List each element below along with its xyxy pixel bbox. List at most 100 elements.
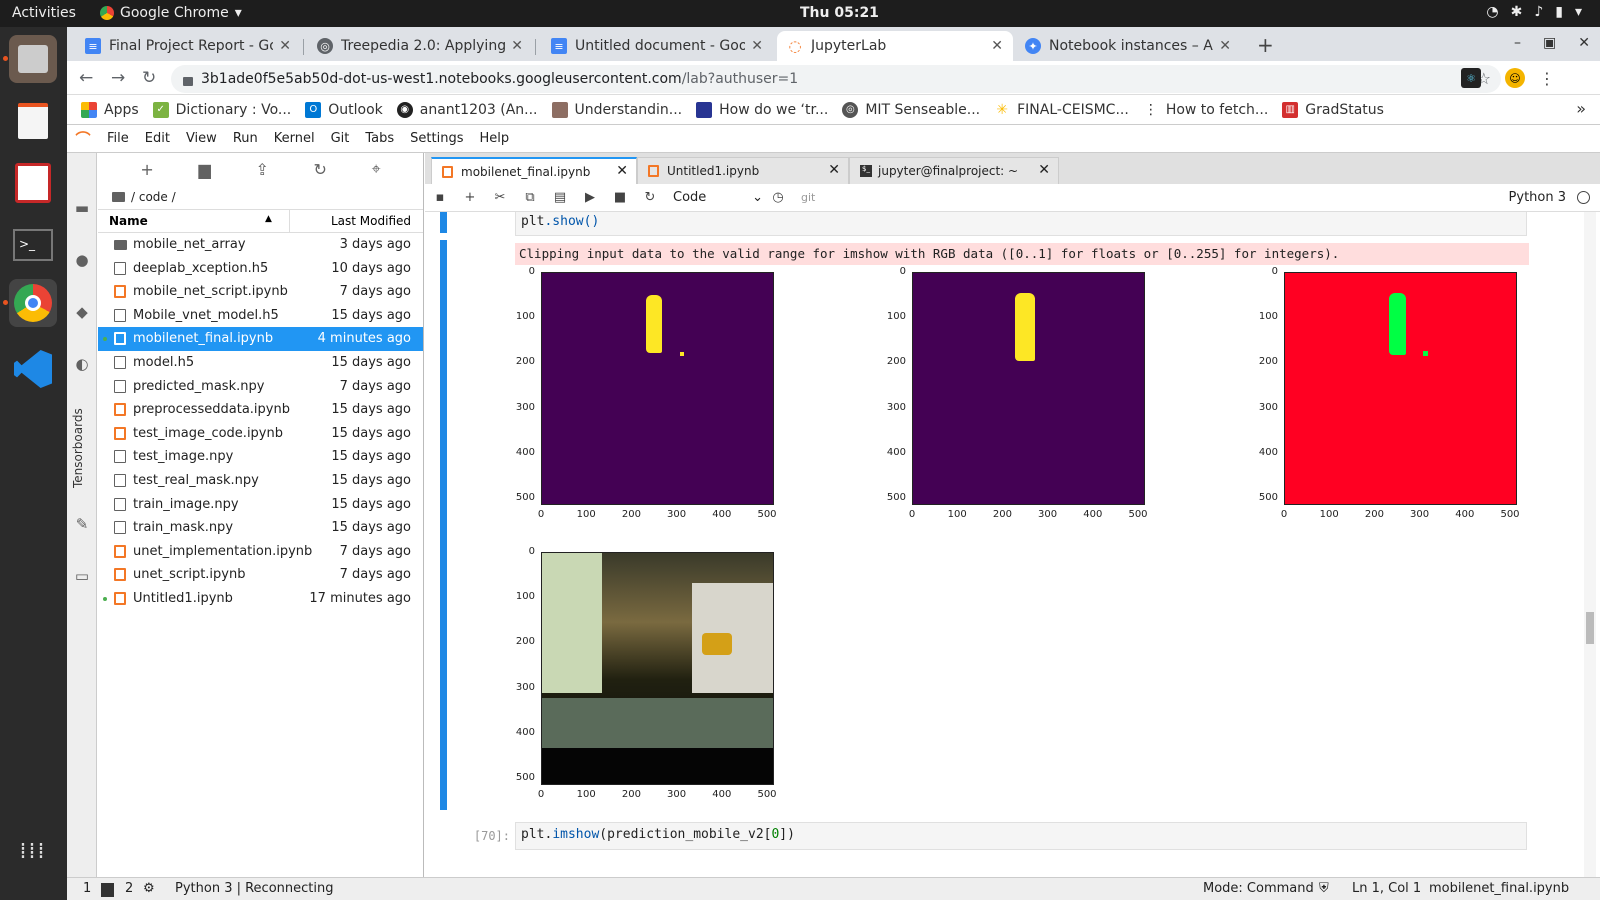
- notebook-panel[interactable]: plt.show() Clipping input data to the va…: [425, 212, 1600, 877]
- status-count[interactable]: 1: [83, 881, 91, 896]
- tabs-icon[interactable]: ▭: [72, 567, 92, 587]
- new-tab-button[interactable]: +: [1257, 33, 1274, 57]
- activities-button[interactable]: Activities: [12, 5, 76, 21]
- new-launcher-icon[interactable]: +: [140, 160, 153, 179]
- cut-icon[interactable]: ✂: [485, 190, 515, 205]
- bookmark[interactable]: Understandin...: [551, 101, 682, 118]
- file-row[interactable]: test_image_code.ipynb 15 days ago: [98, 422, 423, 446]
- files-icon[interactable]: [3, 35, 57, 83]
- close-icon[interactable]: ✕: [991, 38, 1003, 54]
- running-icon[interactable]: ●: [72, 251, 92, 271]
- folder-icon[interactable]: ▬: [72, 199, 92, 219]
- back-icon[interactable]: ←: [79, 68, 93, 88]
- menu-help[interactable]: Help: [480, 131, 510, 146]
- close-icon[interactable]: ✕: [828, 162, 840, 178]
- menu-settings[interactable]: Settings: [410, 131, 463, 146]
- close-icon[interactable]: ✕: [616, 163, 628, 179]
- forward-icon[interactable]: →: [111, 68, 125, 88]
- paste-icon[interactable]: ▤: [545, 190, 575, 205]
- menu-view[interactable]: View: [186, 131, 217, 146]
- menu-file[interactable]: File: [107, 131, 129, 146]
- clock-icon[interactable]: ◷: [763, 190, 793, 205]
- column-last-modified[interactable]: Last Modified: [331, 214, 411, 228]
- notebook-scrollbar[interactable]: [1584, 212, 1596, 877]
- copy-icon[interactable]: ⧉: [515, 190, 545, 205]
- bookmark[interactable]: ✳ FINAL-CEISMC...: [994, 102, 1129, 118]
- bookmark[interactable]: ⋮ How to fetch...: [1143, 102, 1268, 118]
- restart-icon[interactable]: ↻: [635, 190, 665, 205]
- save-icon[interactable]: ▪: [425, 190, 455, 205]
- browser-tab[interactable]: ◎ Treepedia 2.0: Applying D ✕: [307, 31, 533, 61]
- mode-indicator[interactable]: Mode: Command: [1203, 881, 1314, 896]
- chrome-dock-icon[interactable]: [3, 279, 57, 327]
- react-devtools-icon[interactable]: ⚛: [1461, 68, 1481, 88]
- file-row[interactable]: test_real_mask.npy 15 days ago: [98, 469, 423, 493]
- close-icon[interactable]: ✕: [511, 38, 523, 54]
- file-row[interactable]: preprocesseddata.ipynb 15 days ago: [98, 398, 423, 422]
- run-icon[interactable]: ▶: [575, 190, 605, 205]
- url-bar[interactable]: 3b1ade0f5e5ab50d-dot-us-west1.notebooks.…: [171, 65, 1501, 93]
- app-menu[interactable]: Google Chrome ▾: [100, 5, 242, 21]
- file-row[interactable]: unet_implementation.ipynb 7 days ago: [98, 540, 423, 564]
- chevron-right-icon[interactable]: »: [1576, 99, 1586, 118]
- doc-tab-active[interactable]: mobilenet_final.ipynb ✕: [431, 157, 637, 184]
- menu-run[interactable]: Run: [233, 131, 258, 146]
- close-icon[interactable]: ✕: [1219, 38, 1231, 54]
- close-icon[interactable]: ✕: [751, 38, 763, 54]
- file-row[interactable]: unet_script.ipynb 7 days ago: [98, 563, 423, 587]
- system-tray[interactable]: ◔ ✱ ♪ ▮ ▾: [1486, 4, 1582, 20]
- kernel-name[interactable]: Python 3: [1509, 190, 1566, 205]
- close-icon[interactable]: ✕: [1038, 162, 1050, 178]
- stop-icon[interactable]: ■: [605, 190, 635, 205]
- close-window-icon[interactable]: ✕: [1578, 35, 1590, 51]
- git-clone-icon[interactable]: ⌖: [372, 159, 381, 179]
- upload-icon[interactable]: ⇪: [255, 160, 268, 179]
- file-row[interactable]: predicted_mask.npy 7 days ago: [98, 375, 423, 399]
- cursor-position[interactable]: Ln 1, Col 1: [1352, 881, 1421, 896]
- maximize-icon[interactable]: ▣: [1543, 35, 1556, 51]
- terminal-icon[interactable]: >_: [9, 221, 57, 269]
- file-row[interactable]: mobilenet_final.ipynb 4 minutes ago: [98, 327, 423, 351]
- reload-icon[interactable]: ↻: [142, 68, 156, 88]
- breadcrumb[interactable]: / code /: [98, 185, 423, 209]
- column-name[interactable]: Name: [109, 214, 148, 228]
- file-row[interactable]: test_image.npy 15 days ago: [98, 445, 423, 469]
- doc-tab[interactable]: $_ jupyter@finalproject: ~ ✕: [849, 157, 1059, 184]
- cell-type-select[interactable]: Code ⌄: [673, 190, 763, 205]
- browser-tab[interactable]: ≡ Final Project Report - Goo ✕: [75, 31, 301, 61]
- menu-git[interactable]: Git: [331, 131, 350, 146]
- more-menu-icon[interactable]: ⋮: [1537, 68, 1557, 88]
- tensorboards-tab[interactable]: Tensorboards: [71, 403, 91, 493]
- doc-tab[interactable]: Untitled1.ipynb ✕: [637, 157, 849, 184]
- browser-tab[interactable]: ✦ Notebook instances – AI P ✕: [1015, 31, 1241, 61]
- document-viewer-icon[interactable]: [9, 159, 57, 207]
- bookmark[interactable]: ◉ anant1203 (An...: [396, 101, 538, 118]
- file-row[interactable]: mobile_net_script.ipynb 7 days ago: [98, 280, 423, 304]
- text-editor-icon[interactable]: [9, 97, 57, 145]
- file-row[interactable]: Untitled1.ipynb 17 minutes ago: [98, 587, 423, 611]
- menu-kernel[interactable]: Kernel: [274, 131, 315, 146]
- refresh-icon[interactable]: ↻: [314, 160, 327, 179]
- git-label[interactable]: git: [801, 191, 815, 204]
- file-row[interactable]: train_mask.npy 15 days ago: [98, 516, 423, 540]
- profile-avatar[interactable]: ☺: [1505, 68, 1525, 88]
- file-row[interactable]: deeplab_xception.h5 10 days ago: [98, 257, 423, 281]
- minimize-icon[interactable]: –: [1514, 35, 1521, 51]
- bookmark[interactable]: How do we ‘tr...: [696, 101, 828, 118]
- wrench-icon[interactable]: ✎: [72, 515, 92, 535]
- git-icon[interactable]: ◆: [72, 303, 92, 323]
- palette-icon[interactable]: ◐: [72, 355, 92, 375]
- bookmark[interactable]: ✓ Dictionary : Vo...: [152, 101, 291, 118]
- scrollbar-thumb[interactable]: [1586, 612, 1594, 644]
- vscode-icon[interactable]: [9, 345, 57, 393]
- bookmark[interactable]: O Outlook: [305, 101, 383, 118]
- bookmark[interactable]: ▥ GradStatus: [1282, 101, 1384, 118]
- browser-tab-active[interactable]: ◌ JupyterLab ✕: [777, 31, 1013, 61]
- kernel-status[interactable]: Python 3 | Reconnecting: [175, 881, 333, 896]
- file-row[interactable]: Mobile_vnet_model.h5 15 days ago: [98, 304, 423, 328]
- show-applications-icon[interactable]: ⁞⁞⁞: [9, 827, 57, 875]
- menu-tabs[interactable]: Tabs: [365, 131, 394, 146]
- clock[interactable]: Thu 05:21: [800, 5, 879, 21]
- code-cell-input[interactable]: plt.show(): [515, 212, 1527, 236]
- code-cell-input[interactable]: plt.imshow(prediction_mobile_v2[0]): [515, 822, 1527, 850]
